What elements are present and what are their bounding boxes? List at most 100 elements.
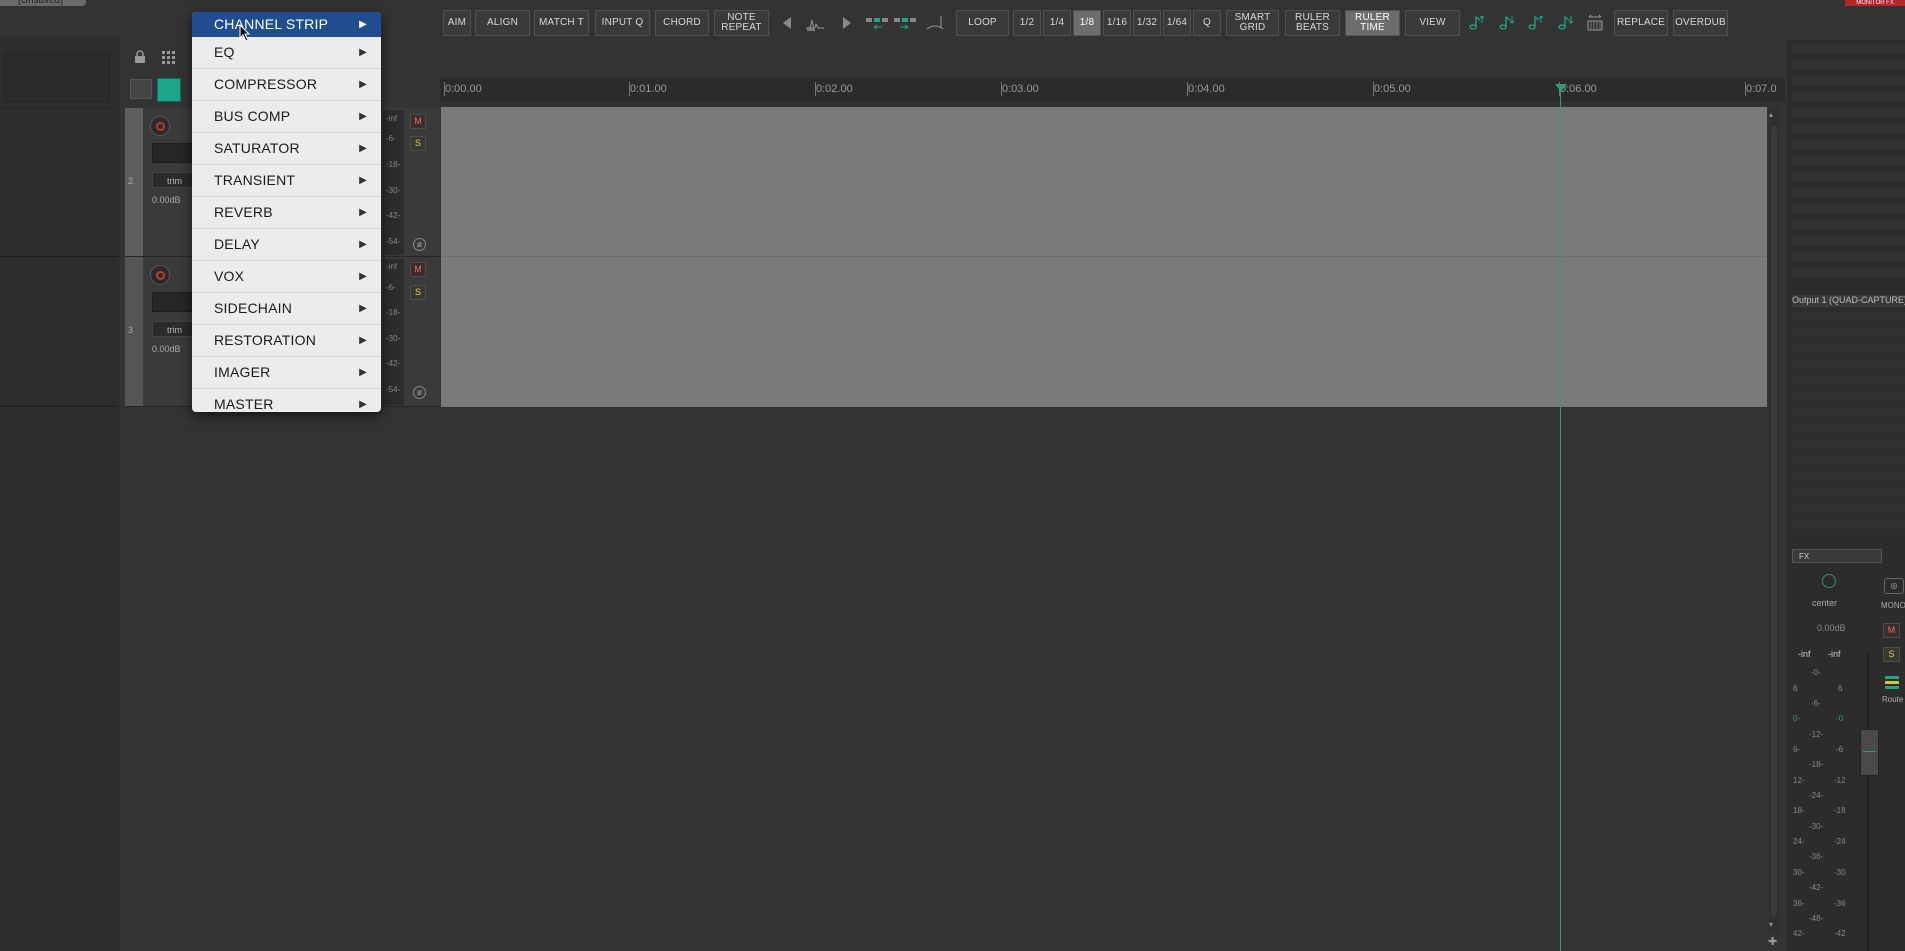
track-number: 3 [128,325,134,335]
note-up-8va-icon[interactable] [1523,10,1549,36]
loop-button[interactable]: LOOP [956,10,1009,36]
ruler-label: 0:00.00 [445,83,482,95]
submenu-arrow-icon: ▶ [359,19,367,30]
note-tie-icon[interactable] [922,10,948,36]
track-list-icon[interactable] [157,78,181,102]
chord-button[interactable]: CHORD [655,10,709,36]
meter-label: -54- [386,385,401,394]
pan-knob[interactable] [1822,574,1836,588]
project-title-tab[interactable]: [Unsaved] [0,0,86,6]
record-arm-button[interactable] [150,265,170,285]
ruler-time-button[interactable]: RULER TIME [1345,10,1400,36]
move-right-icon[interactable] [892,10,918,36]
mute-button[interactable]: M [410,262,426,277]
note-down-8va-icon[interactable] [1553,10,1579,36]
menu-item-sidechain[interactable]: SIDECHAIN ▶ [192,293,381,324]
grid-1-4-button[interactable]: 1/4 [1043,10,1071,36]
master-solo-button[interactable]: S [1883,647,1900,662]
menu-item-compressor[interactable]: COMPRESSOR ▶ [192,69,381,100]
grid-1-64-button[interactable]: 1/64 [1163,10,1191,36]
lane-divider [441,256,1767,257]
meter-scale-right: -42 [1834,929,1846,938]
meter-scale-left: 36- [1793,899,1805,908]
grid-1-16-button[interactable]: 1/16 [1103,10,1131,36]
browser-icon[interactable] [130,79,152,99]
grid-1-8-button[interactable]: 1/8 [1073,10,1101,36]
routing-icon[interactable] [1884,674,1900,690]
phase-invert-icon[interactable]: ø [413,386,426,399]
master-fader-track [1867,652,1869,951]
replace-button[interactable]: REPLACE [1614,10,1668,36]
lock-icon[interactable] [133,50,147,69]
waveform-icon[interactable] [803,10,829,36]
scroll-up-icon[interactable]: ▴ [1769,110,1773,119]
meter-label: -6- [386,283,396,292]
ruler-beats-button[interactable]: RULER BEATS [1285,10,1340,36]
meter-label: -42- [386,211,401,220]
mixer-slot [1792,456,1905,466]
nudge-right-icon[interactable] [834,10,860,36]
nudge-left-icon[interactable] [774,10,800,36]
solo-button[interactable]: S [410,136,426,151]
align-button[interactable]: ALIGN [475,10,530,36]
grid-fit-icon[interactable] [1582,10,1608,36]
menu-item-vox[interactable]: VOX ▶ [192,261,381,292]
record-arm-button[interactable] [150,116,170,136]
mixer-slot [1792,328,1905,338]
monitor-fx-indicator[interactable]: MONITOR FX [1845,0,1905,6]
output-device-label[interactable]: Output 1 (QUAD-CAPTURE) [1792,295,1905,307]
aim-button[interactable]: AIM [443,10,471,36]
note-repeat-button[interactable]: NOTE REPEAT [714,10,769,36]
move-left-icon[interactable] [864,10,890,36]
meter-scale-center: -0- [1811,668,1821,677]
grid-1-32-button[interactable]: 1/32 [1133,10,1161,36]
phase-invert-icon[interactable]: ø [413,238,426,251]
add-track-icon[interactable]: ✚ [1768,935,1777,948]
menu-item-saturator[interactable]: SATURATOR ▶ [192,133,381,164]
trim-button[interactable]: trim [152,321,197,337]
input-q-button[interactable]: INPUT Q [595,10,650,36]
menu-item-imager[interactable]: IMAGER ▶ [192,357,381,388]
edit-cursor-marker[interactable] [1555,84,1567,92]
quantize-button[interactable]: Q [1193,10,1221,36]
match-t-button[interactable]: MATCH T [534,10,589,36]
menu-item-reverb[interactable]: REVERB ▶ [192,197,381,228]
submenu-arrow-icon: ▶ [359,111,367,122]
trim-button[interactable]: trim [152,172,197,188]
mixer-slot [1792,140,1905,150]
mixer-slot [1792,392,1905,402]
track-divider [0,406,118,407]
track-name-box [4,52,110,102]
note-down-icon[interactable] [1494,10,1520,36]
menu-item-bus-comp[interactable]: BUS COMP ▶ [192,101,381,132]
track-lanes[interactable] [441,107,1767,407]
master-fader[interactable] [1860,729,1879,776]
mute-button[interactable]: M [410,114,426,129]
grid-view-icon[interactable] [161,50,177,69]
mixer-slot [1792,344,1905,354]
ruler-label: 0:07.0 [1746,83,1777,95]
mono-icon[interactable]: ◎ [1884,578,1904,594]
overdub-button[interactable]: OVERDUB [1673,10,1728,36]
menu-item-channel-strip[interactable]: CHANNEL STRIP ▶ [192,12,381,37]
scroll-down-icon[interactable]: ▾ [1769,920,1773,929]
scrollbar-thumb[interactable] [1771,126,1777,916]
menu-item-transient[interactable]: TRANSIENT ▶ [192,165,381,196]
master-mute-button[interactable]: M [1883,623,1900,638]
meter-scale-right: -6 [1836,745,1844,754]
menu-item-eq[interactable]: EQ ▶ [192,37,381,68]
smart-grid-button[interactable]: SMART GRID [1226,10,1279,36]
grid-1-2-button[interactable]: 1/2 [1013,10,1041,36]
fx-button[interactable]: FX [1792,549,1882,563]
view-button[interactable]: VIEW [1405,10,1460,36]
menu-item-delay[interactable]: DELAY ▶ [192,229,381,260]
solo-button[interactable]: S [410,285,426,300]
menu-item-restoration[interactable]: RESTORATION ▶ [192,325,381,356]
mixer-slot [1792,236,1905,246]
mixer-slot [1792,60,1905,70]
note-up-icon[interactable] [1464,10,1490,36]
mixer-slot [1792,268,1905,278]
menu-item-master[interactable]: MASTER ▶ [192,389,381,412]
submenu-arrow-icon: ▶ [359,335,367,346]
edit-cursor[interactable] [1560,84,1561,951]
